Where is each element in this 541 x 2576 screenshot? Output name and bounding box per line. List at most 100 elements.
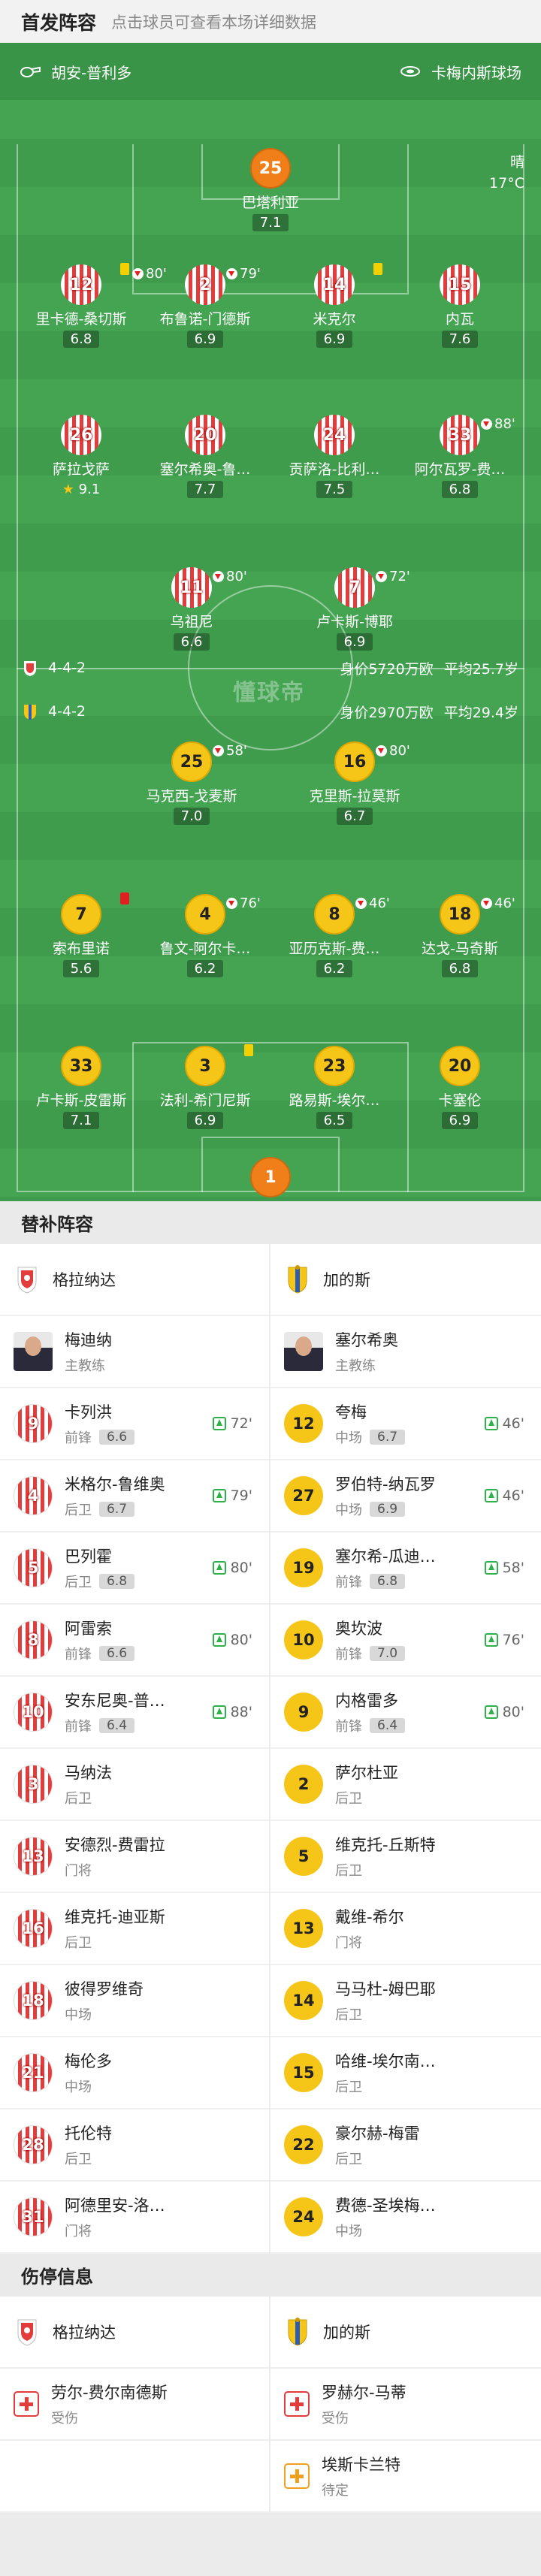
player-position: 后卫 <box>335 2076 436 2096</box>
home-sub-12[interactable]: 31 阿德里安-洛… 门将 <box>0 2182 269 2254</box>
away-player-8[interactable]: 3 法利-希门尼斯 6.9 <box>145 1044 265 1129</box>
home-player-2[interactable]: 12 80' 里卡德-桑切斯 6.8 <box>21 263 167 348</box>
home-injury-1[interactable]: 劳尔-费尔南德斯 受伤 <box>0 2369 269 2441</box>
away-player-2[interactable]: 16 80' 克里斯-拉莫斯 6.7 <box>295 741 415 825</box>
home-player-10[interactable]: 11 80' 乌祖尼 6.6 <box>131 567 252 651</box>
home-player-3[interactable]: 2 79' 布鲁诺-门德斯 6.9 <box>145 264 265 348</box>
away-sub-1[interactable]: 12 夸梅 中场 6.7 46' <box>270 1388 541 1460</box>
position-label: 中场 <box>65 2007 92 2023</box>
away-team-row[interactable]: 加的斯 <box>270 1244 541 1316</box>
away-sub-4[interactable]: 10 奥坎波 前锋 7.0 76' <box>270 1605 541 1677</box>
home-sub-2[interactable]: 4 米格尔-鲁维奥 后卫 6.7 79' <box>0 1460 269 1533</box>
home-sub-3[interactable]: 5 巴列霍 后卫 6.8 80' <box>0 1533 269 1605</box>
player-name: 巴列霍 <box>65 1548 112 1566</box>
away-sub-7[interactable]: 5 维克托-丘斯特 后卫 <box>270 1821 541 1893</box>
home-sub-7[interactable]: 13 安德烈-费雷拉 门将 <box>0 1821 269 1893</box>
away-player-6[interactable]: 18 46' 达戈-马奇斯 6.8 <box>400 894 520 977</box>
home-coach-row[interactable]: 梅迪纳 主教练 <box>0 1316 269 1388</box>
home-sub-6[interactable]: 3 马纳法 后卫 <box>0 1749 269 1821</box>
away-player-1[interactable]: 25 58' 马克西-戈麦斯 7.0 <box>131 741 252 825</box>
sub-off-minute: 80' <box>226 569 247 584</box>
substitution-off: 80' <box>376 743 410 759</box>
position-label: 后卫 <box>335 2007 362 2023</box>
player-rating: 6.9 <box>441 1112 479 1129</box>
away-player-4[interactable]: 4 76' 鲁文-阿尔卡… 6.2 <box>145 894 265 977</box>
player-name: 米格尔-鲁维奥 <box>65 1475 165 1493</box>
player-rating: 7.1 <box>62 1112 100 1129</box>
player-name: 卢卡斯-皮雷斯 <box>35 1092 127 1109</box>
away-injury-team-row: 加的斯 <box>270 2297 541 2369</box>
position-label: 前锋 <box>335 1647 362 1662</box>
player-name: 米克尔 <box>313 311 356 328</box>
substitution-on: 72' <box>212 1415 252 1432</box>
player-rating: 5.6 <box>62 960 100 977</box>
away-player-7[interactable]: 33 卢卡斯-皮雷斯 7.1 <box>21 1046 141 1129</box>
home-sub-1[interactable]: 9 卡列洪 前锋 6.6 72' <box>0 1388 269 1460</box>
away-team-name: 加的斯 <box>323 2324 370 2342</box>
player-name: 阿雷索 <box>65 1620 112 1638</box>
home-sub-4[interactable]: 8 阿雷索 前锋 6.6 80' <box>0 1605 269 1677</box>
player-rating: 6.9 <box>316 331 353 348</box>
home-player-6[interactable]: 26 萨拉戈萨 ★ 9.1 <box>21 415 141 498</box>
player-rating: 6.8 <box>370 1574 406 1589</box>
player-position: 前锋 6.6 <box>65 1644 135 1663</box>
player-name: 马纳法 <box>65 1764 112 1782</box>
home-player-9[interactable]: 33 88' 阿尔瓦罗-费… 6.8 <box>400 415 520 498</box>
player-name: 阿尔瓦罗-费… <box>414 461 506 478</box>
home-sub-8[interactable]: 16 维克托-迪亚斯 后卫 <box>0 1893 269 1965</box>
rating-value: 6.2 <box>194 961 216 977</box>
player-name: 卡列洪 <box>65 1403 112 1421</box>
jersey-number: 3 <box>185 1046 225 1086</box>
player-position: 后卫 6.7 <box>65 1499 165 1519</box>
home-player-8[interactable]: 24 贡萨洛-比利… 7.5 <box>274 415 394 498</box>
away-sub-6[interactable]: 2 萨尔杜亚 后卫 <box>270 1749 541 1821</box>
jersey-number: 16 <box>14 1909 53 1948</box>
away-player-9[interactable]: 23 路易斯-埃尔… 6.5 <box>274 1046 394 1129</box>
home-sub-10[interactable]: 21 梅伦多 中场 <box>0 2037 269 2109</box>
home-team-row[interactable]: 格拉纳达 <box>0 1244 269 1316</box>
home-player-1[interactable]: 25 巴塔利亚 7.1 <box>210 148 331 231</box>
home-player-4[interactable]: 14 米克尔 6.9 <box>274 263 394 348</box>
away-sub-2[interactable]: 27 罗伯特-纳瓦罗 中场 6.9 46' <box>270 1460 541 1533</box>
away-injury-1[interactable]: 罗赫尔-马蒂 受伤 <box>270 2369 541 2441</box>
home-sub-9[interactable]: 18 彼得罗维奇 中场 <box>0 1965 269 2037</box>
sub-off-minute: 79' <box>240 266 261 282</box>
subs-grid: 格拉纳达 梅迪纳 主教练 9 卡列洪 前锋 6.6 72' 4 米格尔-鲁维奥 后卫 6.7 79'… <box>0 1244 541 2254</box>
away-player-10[interactable]: 20 卡塞伦 6.9 <box>400 1046 520 1129</box>
away-player-11[interactable]: 1科南-莱德斯马7.2 <box>210 1157 331 1201</box>
player-name: 乌祖尼 <box>170 614 213 630</box>
away-coach-avatar <box>284 1332 323 1371</box>
away-sub-3[interactable]: 19 塞尔希-瓜迪… 前锋 6.8 58' <box>270 1533 541 1605</box>
sub-off-minute: 46' <box>494 895 515 911</box>
home-player-5[interactable]: 15 内瓦 7.6 <box>400 264 520 348</box>
player-name: 梅伦多 <box>65 2052 112 2070</box>
yellow-card-icon <box>120 263 129 275</box>
player-rating: 6.4 <box>99 1718 135 1733</box>
away-sub-11[interactable]: 22 豪尔赫-梅雷 后卫 <box>270 2109 541 2182</box>
jersey-number: 14 <box>314 264 355 305</box>
away-sub-8[interactable]: 13 戴维-希尔 门将 <box>270 1893 541 1965</box>
home-sub-11[interactable]: 28 托伦特 后卫 <box>0 2109 269 2182</box>
away-sub-5[interactable]: 9 内格雷多 前锋 6.4 80' <box>270 1677 541 1749</box>
player-rating: 6.9 <box>186 331 224 348</box>
position-label: 后卫 <box>65 1935 92 1951</box>
home-avg-age: 平均25.7岁 <box>443 660 518 678</box>
away-sub-12[interactable]: 24 费德-圣埃梅… 中场 <box>270 2182 541 2254</box>
away-player-5[interactable]: 8 46' 亚历克斯-费… 6.2 <box>274 894 394 977</box>
lineup-title: 首发阵容 <box>21 11 97 34</box>
player-rating: 7.6 <box>441 331 479 348</box>
away-sub-10[interactable]: 15 哈维-埃尔南… 后卫 <box>270 2037 541 2109</box>
home-sub-5[interactable]: 10 安东尼奥-普… 前锋 6.4 88' <box>0 1677 269 1749</box>
home-player-11[interactable]: 7 72' 卢卡斯-博耶 6.9 <box>295 567 415 651</box>
player-name: 托伦特 <box>65 2125 112 2143</box>
position-label: 后卫 <box>335 2152 362 2167</box>
position-label: 门将 <box>65 2224 92 2239</box>
away-injury-2[interactable]: 埃斯卡兰特 待定 <box>270 2441 541 2513</box>
home-player-7[interactable]: 20 塞尔希奥-鲁… 7.7 <box>145 415 265 498</box>
sub-on-minute: 46' <box>502 1415 524 1432</box>
away-coach-row[interactable]: 塞尔希奥 主教练 <box>270 1316 541 1388</box>
home-coach-avatar <box>14 1332 53 1371</box>
away-sub-9[interactable]: 14 马马杜-姆巴耶 后卫 <box>270 1965 541 2037</box>
injury-status: 待定 <box>322 2483 349 2499</box>
away-player-3[interactable]: 7 索布里诺 5.6 <box>21 892 141 977</box>
